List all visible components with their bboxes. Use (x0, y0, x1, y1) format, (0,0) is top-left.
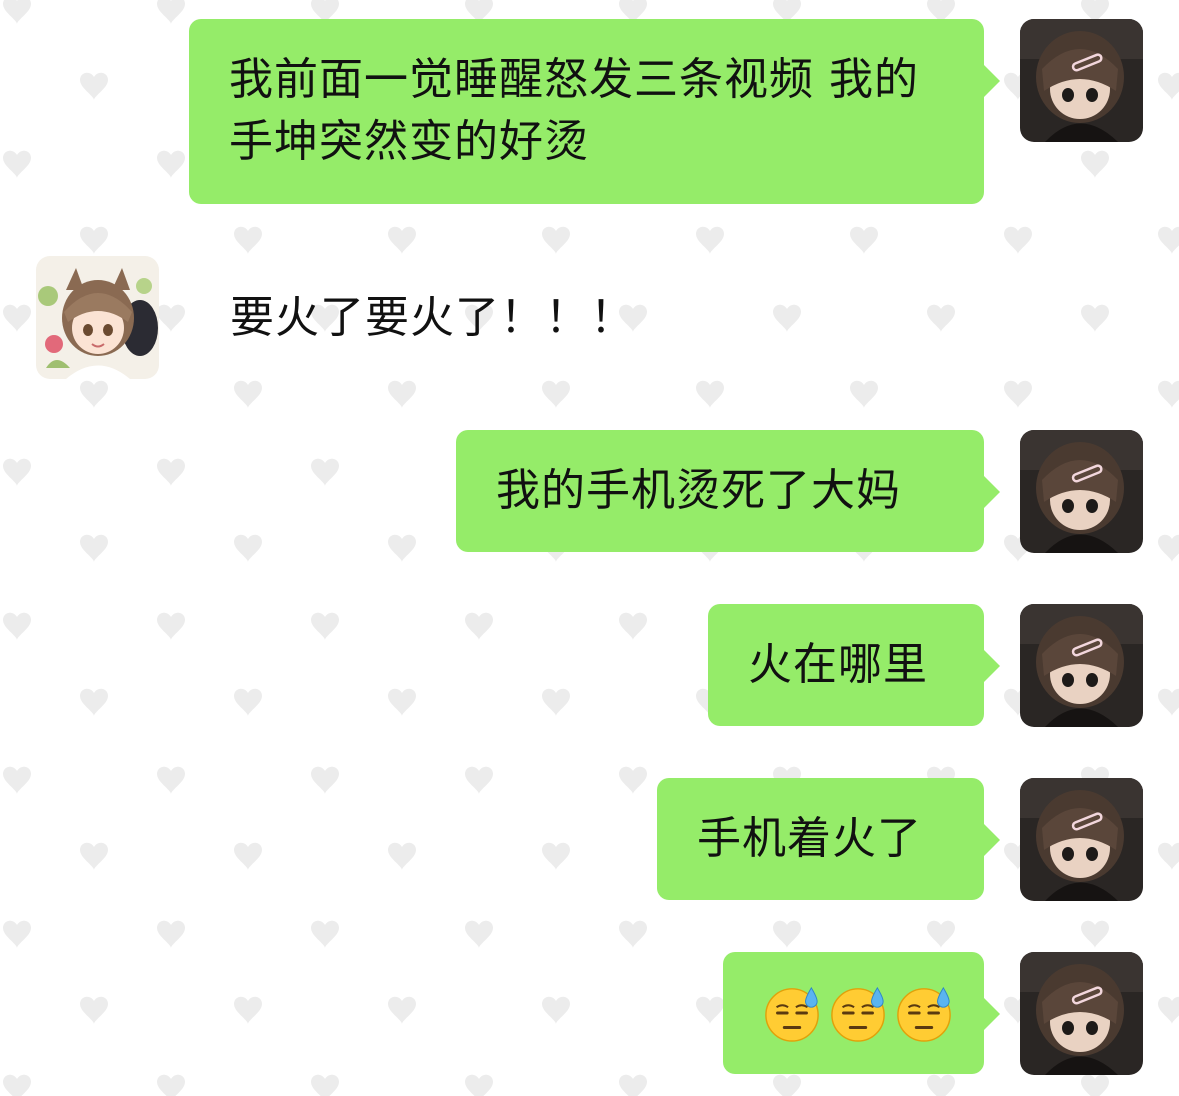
message-bubble-outgoing[interactable]: 手机着火了 (657, 778, 1000, 900)
self-avatar[interactable] (1020, 778, 1143, 901)
message-text: 火在哪里 (748, 639, 928, 690)
anime-boy-avatar-icon (36, 256, 159, 379)
message-bubble-outgoing[interactable]: 我前面一觉睡醒怒发三条视频 我的手坤突然变的好烫 (189, 19, 1000, 204)
message-bubble-outgoing[interactable]: 我的手机烫死了大妈 (456, 430, 1000, 552)
message-text: 我的手机烫死了大妈 (496, 465, 901, 516)
emoji-row (763, 984, 953, 1042)
chat-thread: 我前面一觉睡醒怒发三条视频 我的手坤突然变的好烫 要火了要火了！！！ 我的手机烫… (0, 0, 1179, 1096)
self-avatar[interactable] (1020, 430, 1143, 553)
doll-avatar-icon (1020, 604, 1143, 727)
downcast-face-with-sweat-icon (765, 986, 819, 1042)
message-bubble-outgoing[interactable] (723, 952, 1000, 1074)
message-text: 我前面一觉睡醒怒发三条视频 我的手坤突然变的好烫 (229, 54, 919, 167)
doll-avatar-icon (1020, 778, 1143, 901)
contact-avatar[interactable] (36, 256, 159, 379)
doll-avatar-icon (1020, 19, 1143, 142)
self-avatar[interactable] (1020, 952, 1143, 1075)
message-text-incoming[interactable]: 要火了要火了！！！ (230, 287, 635, 349)
doll-avatar-icon (1020, 952, 1143, 1075)
doll-avatar-icon (1020, 430, 1143, 553)
self-avatar[interactable] (1020, 19, 1143, 142)
message-bubble-outgoing[interactable]: 火在哪里 (708, 604, 1000, 726)
self-avatar[interactable] (1020, 604, 1143, 727)
downcast-face-with-sweat-icon (897, 986, 951, 1042)
message-text: 手机着火了 (697, 813, 922, 864)
downcast-face-with-sweat-icon (831, 986, 885, 1042)
